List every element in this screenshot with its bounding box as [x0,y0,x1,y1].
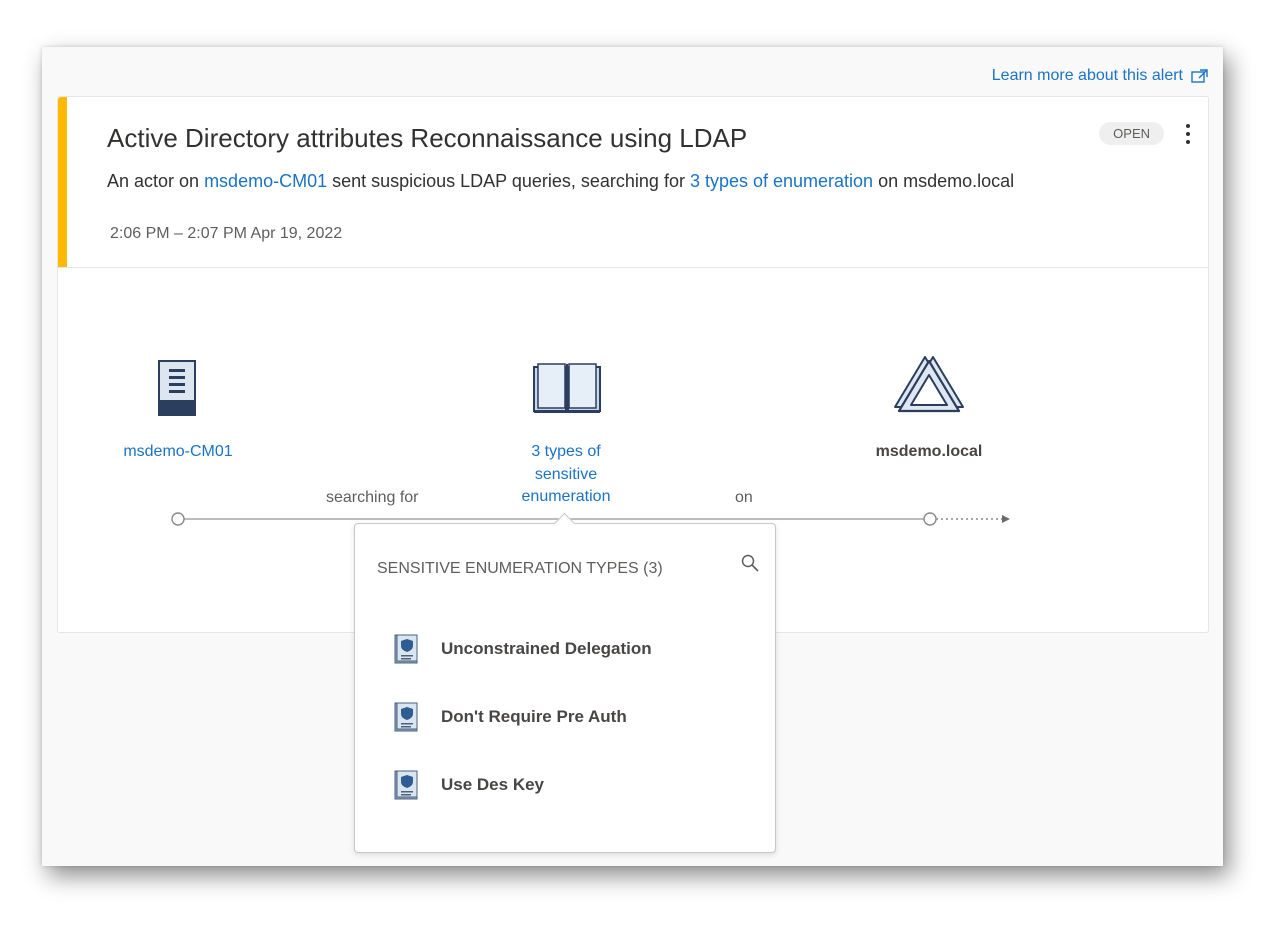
shield-document-icon [394,702,418,732]
middle-node-label-line1: 3 types of [531,443,601,460]
edge-label-on: on [735,489,753,506]
enumeration-types-popup: SENSITIVE ENUMERATION TYPES (3) Unconstr… [354,512,776,853]
destination-node-label: msdemo.local [875,443,983,460]
domain-icon [894,356,964,413]
book-icon [533,363,601,413]
learn-more-link[interactable]: Learn more about this alert [992,67,1209,85]
middle-node-label-line3: enumeration [521,488,611,505]
shield-document-icon [394,634,418,664]
list-item-label: Use Des Key [441,775,545,794]
shield-document-icon [394,770,418,800]
middle-node-label-line2: sensitive [534,465,598,483]
middle-node-label[interactable]: 3 types of sensitive enumeration [496,441,636,509]
edge-label-searching-for: searching for [326,489,419,506]
popup-title: SENSITIVE ENUMERATION TYPES (3) [377,560,663,577]
list-item[interactable]: Unconstrained Delegation [393,634,652,664]
search-icon[interactable] [741,554,761,574]
list-item-label: Unconstrained Delegation [441,639,652,658]
external-link-icon [1191,69,1208,83]
computer-icon [158,360,196,416]
learn-more-label: Learn more about this alert [991,67,1183,84]
list-item-label: Don't Require Pre Auth [441,707,627,726]
alert-window: Learn more about this alert Active Direc… [42,47,1223,866]
list-item[interactable]: Use Des Key [393,770,544,800]
list-item[interactable]: Don't Require Pre Auth [393,702,627,732]
source-node-label[interactable]: msdemo-CM01 [108,441,248,464]
